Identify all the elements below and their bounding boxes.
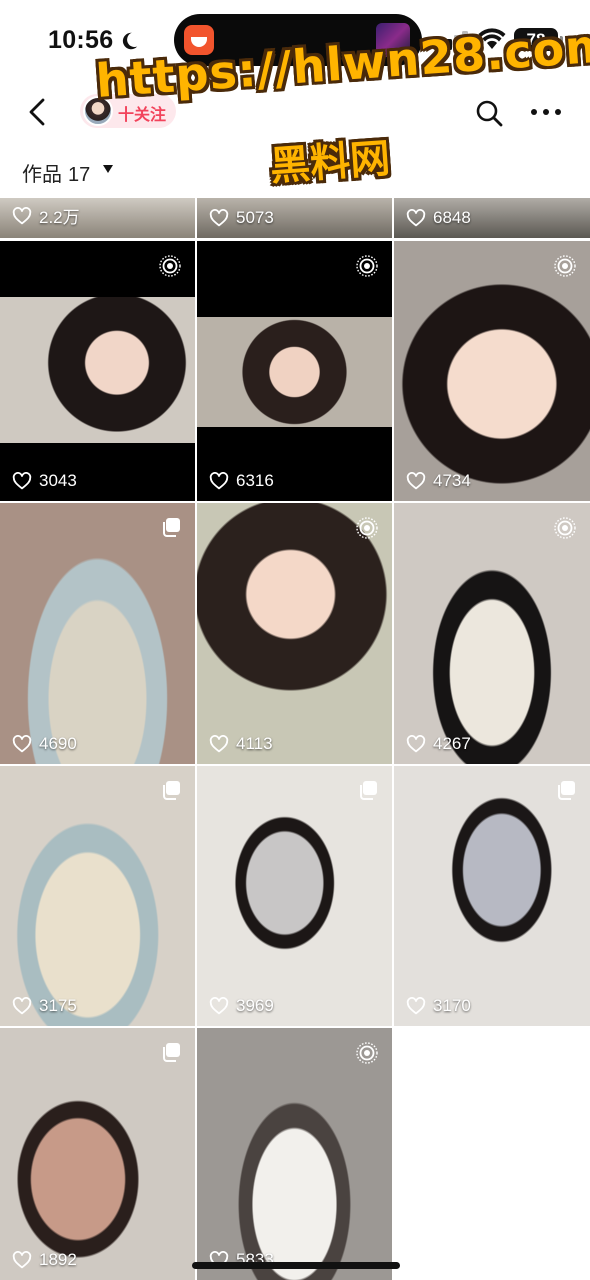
post-tile[interactable]: 4734 [394, 241, 590, 501]
live-photo-icon [356, 517, 378, 539]
heart-icon [209, 997, 229, 1015]
multi-image-icon [163, 1043, 180, 1062]
like-count: 1892 [12, 1250, 77, 1270]
like-count-value: 6316 [236, 471, 274, 490]
like-count-value: 1892 [39, 1250, 77, 1269]
multi-image-icon [163, 781, 180, 800]
heart-icon [406, 209, 426, 227]
like-count-value: 3043 [39, 471, 77, 490]
heart-icon [406, 997, 426, 1015]
post-photo [197, 317, 392, 427]
like-count-value: 3969 [236, 996, 274, 1015]
watermark-sub: 黑料网 [268, 135, 392, 190]
more-dots-icon[interactable] [530, 100, 562, 124]
like-count: 4267 [406, 734, 471, 754]
heart-icon [406, 472, 426, 490]
works-label: 作品 [22, 164, 62, 186]
like-count: 4734 [406, 471, 471, 491]
works-count: 17 [68, 164, 91, 186]
live-photo-icon [554, 255, 576, 277]
like-count-value: 4734 [433, 471, 471, 490]
post-tile[interactable]: 4113 [197, 503, 392, 764]
multi-image-icon [163, 518, 180, 537]
live-photo-icon [356, 255, 378, 277]
live-photo-icon [554, 517, 576, 539]
like-count: 4690 [12, 734, 77, 754]
post-tile[interactable]: 3170 [394, 766, 590, 1026]
caret-down-icon[interactable] [102, 164, 114, 174]
like-count: 3043 [12, 471, 77, 491]
like-count-value: 4690 [39, 734, 77, 753]
post-tile[interactable]: 5073 [197, 198, 392, 238]
like-count-value: 3175 [39, 996, 77, 1015]
heart-icon [209, 472, 229, 490]
post-photo [0, 297, 195, 443]
post-tile[interactable]: 1892 [0, 1028, 195, 1280]
like-count: 5073 [209, 208, 274, 228]
like-count-value: 4267 [433, 734, 471, 753]
home-indicator[interactable] [192, 1262, 400, 1269]
like-count: 6848 [406, 208, 471, 228]
post-tile[interactable]: 3043 [0, 241, 195, 501]
like-count: 3969 [209, 996, 274, 1016]
moon-icon [122, 32, 138, 50]
heart-icon [406, 735, 426, 753]
like-count: 2.2万 [12, 203, 80, 228]
like-count-value: 3170 [433, 996, 471, 1015]
search-icon[interactable] [474, 98, 504, 128]
heart-icon [12, 997, 32, 1015]
heart-icon [209, 209, 229, 227]
heart-icon [12, 735, 32, 753]
live-photo-icon [159, 255, 181, 277]
heart-icon [12, 206, 32, 224]
like-count-value: 4113 [236, 734, 273, 753]
back-button[interactable] [22, 96, 54, 128]
heart-icon [12, 1251, 32, 1269]
multi-image-icon [360, 781, 377, 800]
post-tile[interactable]: 5833 [197, 1028, 392, 1280]
heart-icon [12, 472, 32, 490]
like-count: 6316 [209, 471, 274, 491]
post-tile[interactable]: 2.2万 [0, 198, 195, 238]
heart-icon [209, 735, 229, 753]
multi-image-icon [558, 781, 575, 800]
like-count: 3170 [406, 996, 471, 1016]
post-tile[interactable]: 4690 [0, 503, 195, 764]
like-count-value: 6848 [433, 208, 471, 227]
like-count: 4113 [209, 734, 273, 754]
post-tile[interactable]: 6316 [197, 241, 392, 501]
post-tile[interactable]: 6848 [394, 198, 590, 238]
post-tile[interactable]: 3969 [197, 766, 392, 1026]
post-tile[interactable]: 3175 [0, 766, 195, 1026]
like-count: 3175 [12, 996, 77, 1016]
post-tile[interactable]: 4267 [394, 503, 590, 764]
live-photo-icon [356, 1042, 378, 1064]
status-time: 10:56 [48, 26, 114, 54]
like-count-value: 2.2万 [39, 208, 80, 227]
like-count-value: 5073 [236, 208, 274, 227]
works-tab[interactable]: 作品 17 [22, 158, 90, 187]
